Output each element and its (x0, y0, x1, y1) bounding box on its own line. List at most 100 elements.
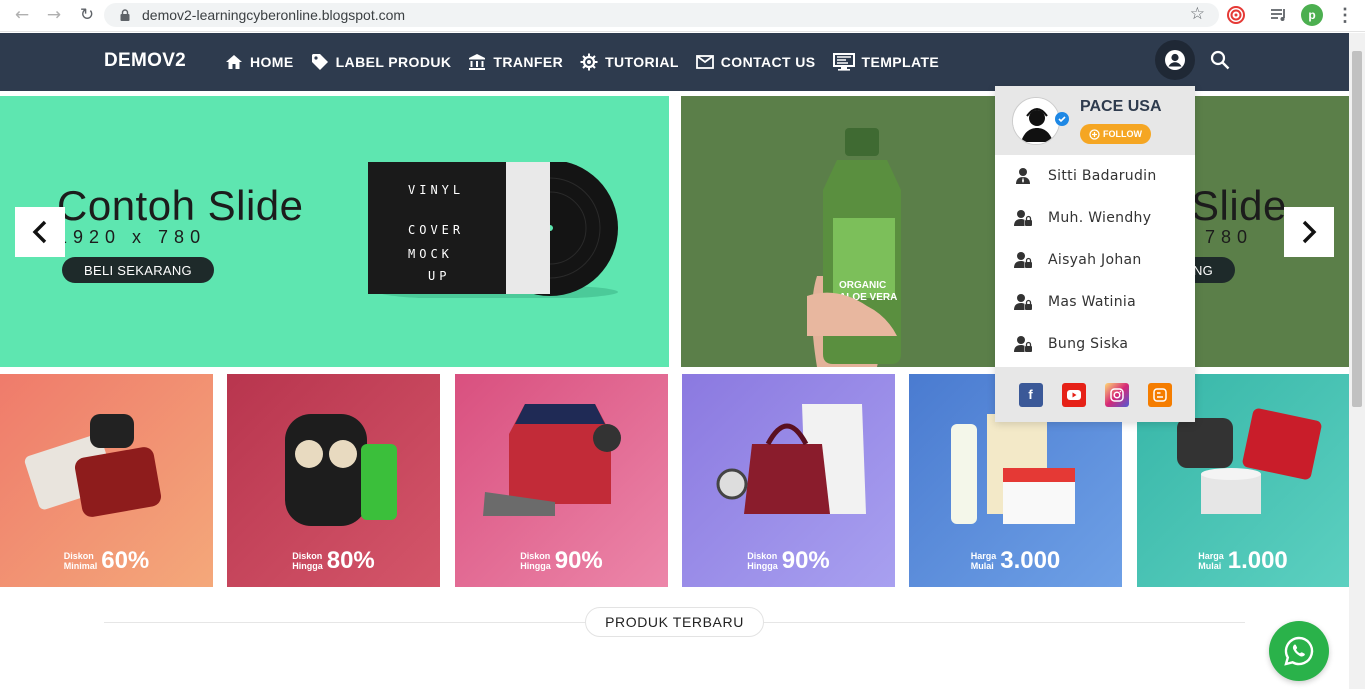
url-text: demov2-learningcyberonline.blogspot.com (142, 7, 406, 23)
promo-tile[interactable]: Diskon Hingga 90% (455, 374, 668, 587)
promo-value: 3.000 (1000, 547, 1061, 574)
menu-item-contact-us[interactable]: CONTACT US (695, 52, 816, 72)
bank-icon (467, 52, 487, 72)
user-list: Sitti Badarudin Muh. Wiendhy Aisyah Joha… (995, 155, 1195, 365)
menu-label: LABEL PRODUK (335, 54, 452, 70)
menu-item-tutorial[interactable]: TUTORIAL (579, 52, 679, 72)
section-title: PRODUK TERBARU (585, 607, 764, 637)
user-name: Mas Watinia (1048, 294, 1136, 310)
svg-text:VINYL: VINYL (408, 183, 464, 197)
mail-icon (695, 52, 715, 72)
whatsapp-button[interactable] (1269, 621, 1329, 681)
buy-now-button[interactable]: BELI SEKARANG (62, 257, 214, 283)
site-logo[interactable]: DEMOV2 (104, 50, 186, 72)
promo-small-text: Mulai (970, 561, 994, 571)
promo-value: 60% (101, 547, 150, 574)
svg-text:ORGANIC: ORGANIC (839, 280, 886, 291)
slide-subtitle: 1920 x 780 (57, 227, 207, 247)
profile-avatar[interactable]: p (1301, 4, 1323, 26)
promo-small-text: Mulai (1198, 561, 1222, 571)
blogger-icon[interactable] (1147, 382, 1172, 407)
user-lock-icon (1014, 251, 1032, 269)
slider-next-button[interactable] (1284, 207, 1334, 257)
promo-small-text: Hingga (747, 561, 778, 571)
menu-item-label-produk[interactable]: LABEL PRODUK (310, 52, 452, 72)
address-bar[interactable]: demov2-learningcyberonline.blogspot.com … (104, 3, 1219, 27)
svg-text:MOCK: MOCK (408, 247, 453, 261)
promo-tile[interactable]: Diskon Minimal 60% (0, 374, 213, 587)
profile-avatar[interactable] (1012, 97, 1060, 145)
user-lock-icon (1014, 293, 1032, 311)
reload-icon[interactable]: ↻ (71, 0, 103, 30)
slide-title: Slide (1191, 182, 1287, 229)
main-menu: HOME LABEL PRODUK TRANFER TUTORIAL CONTA… (224, 33, 955, 91)
chevron-left-icon (32, 220, 47, 244)
user-name: Muh. Wiendhy (1048, 210, 1152, 226)
more-menu-icon[interactable]: ⋮ (1334, 4, 1356, 26)
promo-label: Diskon Minimal 60% (0, 547, 213, 575)
youtube-icon[interactable] (1061, 382, 1086, 407)
bookmark-star-icon[interactable]: ☆ (1190, 4, 1205, 24)
plus-circle-icon (1089, 128, 1100, 140)
slide-title: Contoh Slide (57, 182, 304, 229)
promo-small-text: Diskon (63, 551, 94, 561)
chevron-right-icon (1302, 220, 1317, 244)
scrollbar-thumb[interactable] (1352, 51, 1362, 407)
user-circle-icon (1165, 50, 1185, 70)
menu-label: TUTORIAL (605, 54, 679, 70)
menu-item-home[interactable]: HOME (224, 52, 294, 72)
promo-small-text: Hingga (520, 561, 551, 571)
promo-value: 90% (554, 547, 603, 574)
gear-icon (579, 52, 599, 72)
menu-label: TRANFER (493, 54, 564, 70)
promo-small-text: Harga (1198, 551, 1224, 561)
user-list-item[interactable]: Sitti Badarudin (995, 155, 1195, 197)
search-icon[interactable] (1208, 48, 1232, 72)
menu-item-tranfer[interactable]: TRANFER (467, 52, 563, 72)
user-name: Aisyah Johan (1048, 252, 1142, 268)
user-lock-icon (1014, 335, 1032, 353)
promo-label: Diskon Hingga 80% (227, 547, 440, 575)
promo-value: 90% (781, 547, 830, 574)
lock-icon (118, 8, 132, 22)
profile-name[interactable]: PACE USA (1080, 98, 1162, 116)
promo-small-text: Diskon (520, 551, 551, 561)
media-queue-icon[interactable] (1268, 4, 1290, 26)
page-scrollbar[interactable] (1349, 33, 1365, 689)
menu-item-template[interactable]: TEMPLATE (832, 52, 940, 72)
svg-text:COVER: COVER (408, 223, 464, 237)
extension-target-icon[interactable] (1225, 4, 1247, 26)
user-dropdown: PACE USA FOLLOW Sitti Badarudin Muh. Wie… (995, 86, 1195, 422)
slider-prev-button[interactable] (15, 207, 65, 257)
user-name: Bung Siska (1048, 336, 1129, 352)
follow-button[interactable]: FOLLOW (1080, 124, 1151, 144)
user-menu-button[interactable] (1155, 40, 1195, 80)
dropdown-header: PACE USA FOLLOW (995, 86, 1195, 155)
user-list-item[interactable]: Bung Siska (995, 323, 1195, 365)
green-juice-bottle-image: ORGANIC ALOE VERA (797, 126, 937, 367)
whatsapp-icon (1284, 636, 1314, 666)
svg-text:UP: UP (428, 269, 450, 283)
promo-value: 80% (326, 547, 375, 574)
user-list-item[interactable]: Mas Watinia (995, 281, 1195, 323)
follow-label: FOLLOW (1103, 129, 1142, 139)
promo-small-text: Minimal (63, 561, 98, 571)
user-list-item[interactable]: Aisyah Johan (995, 239, 1195, 281)
promo-tile[interactable]: Diskon Hingga 90% (682, 374, 895, 587)
browser-toolbar: ← → ↻ demov2-learningcyberonline.blogspo… (0, 0, 1365, 32)
promo-small-text: Diskon (747, 551, 778, 561)
home-icon (224, 52, 244, 72)
forward-arrow-icon[interactable]: → (38, 0, 70, 30)
menu-label: TEMPLATE (861, 54, 940, 70)
handbag-shirt-image (716, 404, 866, 514)
slide-subtitle: 780 (1205, 227, 1254, 247)
promo-tile[interactable]: Diskon Hingga 80% (227, 374, 440, 587)
verified-badge-icon (1055, 112, 1069, 126)
facebook-icon[interactable]: f (1018, 382, 1043, 407)
back-arrow-icon[interactable]: ← (6, 0, 38, 30)
instagram-icon[interactable] (1104, 382, 1129, 407)
monitor-icon (832, 52, 856, 72)
promo-small-text: Diskon (292, 551, 323, 561)
social-links: f (995, 367, 1195, 422)
user-list-item[interactable]: Muh. Wiendhy (995, 197, 1195, 239)
